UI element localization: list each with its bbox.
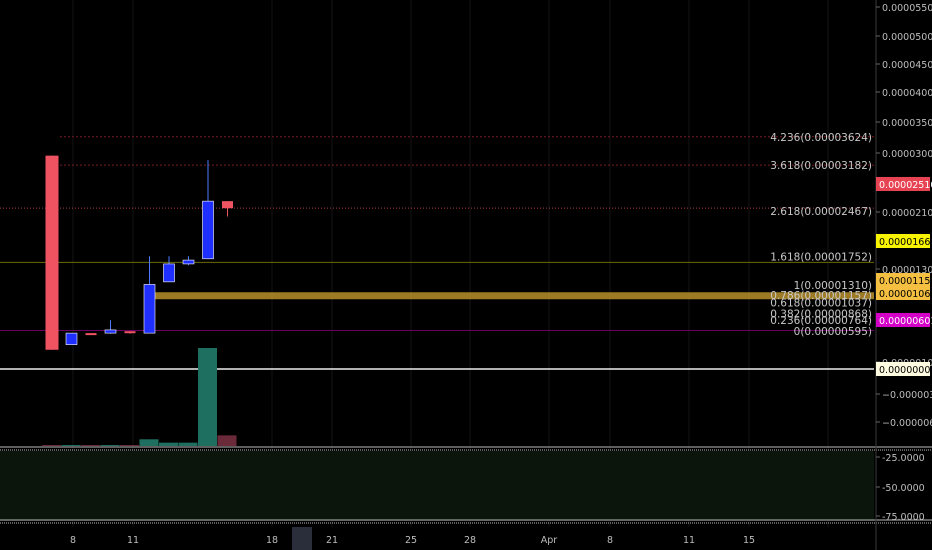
price-tick-label: −0.00000300 xyxy=(882,390,932,401)
volume-bar xyxy=(100,445,120,446)
volume-bar xyxy=(120,445,139,446)
time-tick-label: 28 xyxy=(464,535,476,546)
candle-body xyxy=(143,284,156,334)
price-tick-label: 0.00005000 xyxy=(882,32,932,43)
price-badge-label: 0.00000601 xyxy=(879,316,932,327)
candle-body xyxy=(222,201,233,209)
price-badge-label: 0.00000000 xyxy=(879,365,932,376)
fib-level-label: 1.618(0.00001752) xyxy=(770,252,872,264)
price-tick-label: 0.00005500 xyxy=(882,3,932,14)
time-tick-label: 21 xyxy=(326,535,338,546)
candle-body xyxy=(182,259,195,265)
fib-level-label: 3.618(0.00003182) xyxy=(770,160,872,172)
time-tick-label: 8 xyxy=(607,535,613,546)
fib-level-label: 2.618(0.00002467) xyxy=(770,206,872,218)
indicator-tick-label: -25.0000 xyxy=(882,453,925,464)
volume-bar xyxy=(42,445,61,446)
volume-bar xyxy=(178,442,198,446)
time-tick-label: 8 xyxy=(70,535,76,546)
price-badge-label: 0.00001151 xyxy=(879,276,932,287)
time-tick-label: 11 xyxy=(127,535,139,546)
indicator-pane xyxy=(0,451,874,521)
fib-zone-band xyxy=(152,292,874,300)
time-tick-label: 18 xyxy=(266,535,278,546)
time-tick-label: 11 xyxy=(683,535,695,546)
time-axis-highlight[interactable] xyxy=(292,527,312,550)
candle-body xyxy=(124,331,136,334)
volume-bar xyxy=(217,435,237,446)
price-badge-label: 0.00002510 xyxy=(879,180,932,191)
price-tick-label: 0.00004500 xyxy=(882,60,932,71)
candle-body xyxy=(202,200,214,260)
time-tick-label: 25 xyxy=(405,535,417,546)
volume-bar xyxy=(81,445,100,446)
price-badge-label: 0.00001066 xyxy=(879,289,932,300)
volume-bar xyxy=(198,348,217,446)
fib-level-label: 0(0.00000595) xyxy=(794,326,872,338)
candle-body xyxy=(85,333,97,336)
time-tick-label: 15 xyxy=(743,535,755,546)
price-tick-label: 0.00002100 xyxy=(882,208,932,219)
price-tick-label: −0.00000650 xyxy=(882,418,932,429)
indicator-tick-label: -75.0000 xyxy=(882,512,925,523)
time-tick-label: Apr xyxy=(541,535,558,546)
price-tick-label: 0.00003500 xyxy=(882,118,932,129)
price-badge-label: 0.00001664 xyxy=(879,237,932,248)
chart-canvas[interactable]: 4.236(0.00003624) 3.618(0.00003182) 2.618(… xyxy=(0,0,932,550)
indicator-tick-label: -50.0000 xyxy=(882,483,925,494)
candle-body xyxy=(65,332,78,345)
volume-bar xyxy=(139,439,159,446)
volume-bar xyxy=(159,442,178,446)
candle-body xyxy=(45,155,59,350)
price-tick-label: 0.00003000 xyxy=(882,149,932,160)
candle-body xyxy=(163,263,175,283)
candle-body xyxy=(104,329,117,334)
price-tick-label: 0.00004000 xyxy=(882,88,932,99)
volume-bar xyxy=(61,445,81,446)
fib-level-label: 4.236(0.00003624) xyxy=(770,132,872,144)
